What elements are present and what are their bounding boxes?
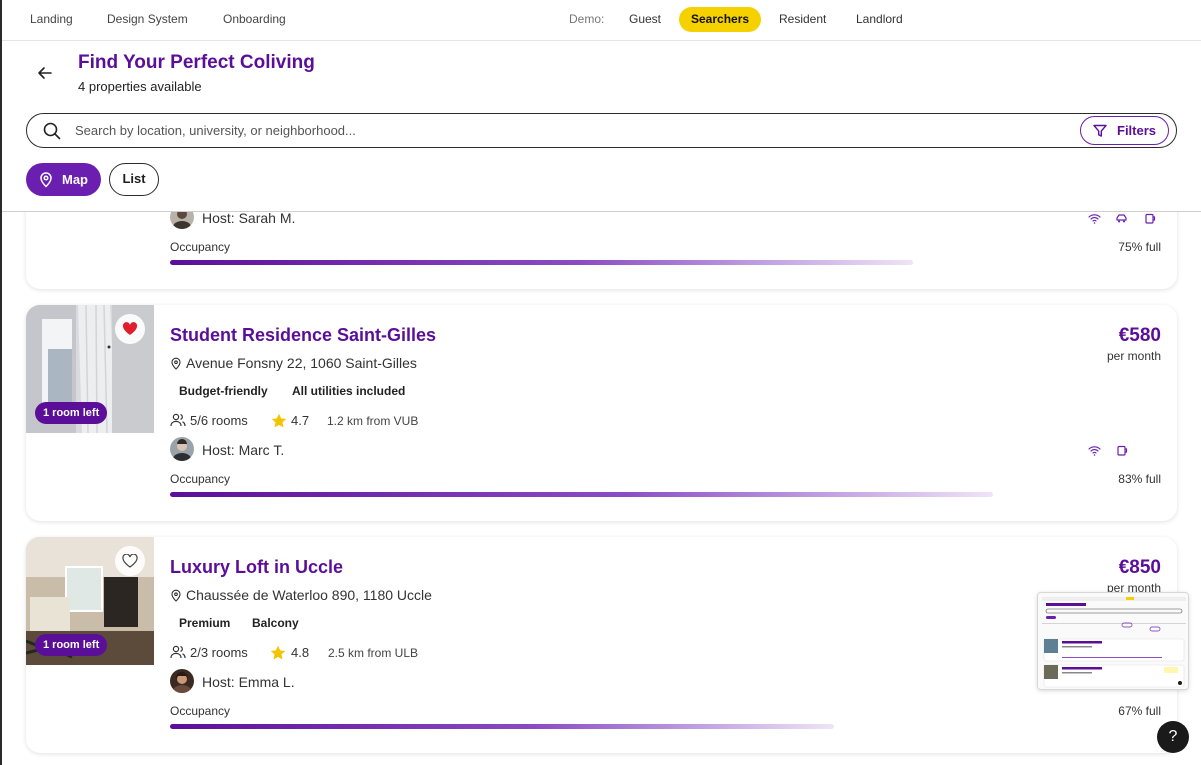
occupancy-bar xyxy=(170,724,834,729)
property-price: €580 xyxy=(1118,325,1161,346)
search-bar[interactable]: Search by location, university, or neigh… xyxy=(26,113,1177,148)
occupancy-bar xyxy=(170,260,913,265)
property-photo[interactable]: 1 room left xyxy=(26,305,154,433)
wifi-icon xyxy=(1088,446,1101,456)
search-header: Find Your Perfect Coliving 4 properties … xyxy=(2,41,1201,212)
role-guest-button[interactable]: Guest xyxy=(617,7,673,32)
users-icon xyxy=(170,413,186,427)
nav-landing-link[interactable]: Landing xyxy=(30,12,73,26)
tag-chip: Balcony xyxy=(252,616,299,630)
host-name: Host: Emma L. xyxy=(202,674,295,690)
nav-design-system-link[interactable]: Design System xyxy=(107,12,188,26)
list-view-button[interactable]: List xyxy=(109,163,159,196)
map-pin-icon xyxy=(40,172,52,188)
occupancy-bar xyxy=(170,492,993,497)
page-title: Find Your Perfect Coliving xyxy=(78,52,315,73)
rooms-left-badge: 1 room left xyxy=(35,402,108,424)
wifi-icon xyxy=(1088,214,1101,224)
property-photo[interactable]: 1 room left xyxy=(26,537,154,665)
occupancy-percent: 67% full xyxy=(1118,704,1161,718)
laundry-icon xyxy=(1117,445,1128,456)
favorite-heart-icon[interactable] xyxy=(115,546,145,576)
demo-nav-bar: Landing Design System Onboarding Demo: G… xyxy=(0,0,1201,41)
role-landlord-button[interactable]: Landlord xyxy=(844,7,915,32)
tag-chip: All utilities included xyxy=(292,384,406,398)
nav-onboarding-link[interactable]: Onboarding xyxy=(223,12,286,26)
property-card[interactable]: 1 room left Luxury Loft in Uccle €850 pe… xyxy=(26,537,1177,753)
map-view-button[interactable]: Map xyxy=(26,163,101,196)
host-avatar xyxy=(170,437,194,461)
page-minimap[interactable] xyxy=(1037,592,1189,690)
host-name: Host: Sarah M. xyxy=(202,210,296,226)
parking-icon xyxy=(1116,214,1127,223)
map-view-label: Map xyxy=(62,172,88,187)
favorite-heart-icon[interactable] xyxy=(115,314,145,344)
rooms-left-badge: 1 room left xyxy=(35,634,108,656)
price-period: per month xyxy=(1106,349,1161,363)
property-card[interactable]: 1 room left Student Residence Saint-Gill… xyxy=(26,305,1177,521)
rating-value: 4.8 xyxy=(291,645,310,660)
users-icon xyxy=(170,645,186,659)
tag-chip: Budget-friendly xyxy=(179,384,268,398)
occupancy-label: Occupancy xyxy=(170,704,231,718)
property-stats: 5/6 rooms 4.7 1.2 km from VUB xyxy=(170,413,570,429)
occupancy-percent: 75% full xyxy=(1118,240,1161,254)
property-name[interactable]: Student Residence Saint-Gilles xyxy=(170,325,436,346)
star-icon xyxy=(270,645,286,660)
filters-label: Filters xyxy=(1117,123,1157,138)
help-button[interactable]: ? xyxy=(1157,721,1189,753)
search-icon xyxy=(43,122,61,140)
distance-text: 1.2 km from VUB xyxy=(327,414,419,428)
star-icon xyxy=(271,413,287,428)
laundry-icon xyxy=(1145,213,1156,224)
filters-button[interactable]: Filters xyxy=(1080,116,1169,145)
occupancy-percent: 83% full xyxy=(1118,472,1161,486)
location-pin-icon xyxy=(171,589,181,602)
filter-icon xyxy=(1093,124,1107,137)
host-name: Host: Marc T. xyxy=(202,442,285,458)
role-resident-button[interactable]: Resident xyxy=(767,7,838,32)
role-searchers-button[interactable]: Searchers xyxy=(679,7,762,32)
rating-value: 4.7 xyxy=(291,413,310,428)
distance-text: 2.5 km from ULB xyxy=(328,646,419,660)
rooms-count: 2/3 rooms xyxy=(190,645,248,660)
back-arrow-icon[interactable] xyxy=(36,64,54,82)
property-price: €850 xyxy=(1118,557,1161,578)
demo-label: Demo: xyxy=(569,12,605,26)
results-count: 4 properties available xyxy=(78,79,202,94)
occupancy-label: Occupancy xyxy=(170,240,231,254)
host-avatar xyxy=(170,669,194,693)
property-name[interactable]: Luxury Loft in Uccle xyxy=(170,557,343,578)
location-pin-icon xyxy=(171,357,181,370)
address-text: Chaussée de Waterloo 890, 1180 Uccle xyxy=(186,587,432,603)
search-input[interactable]: Search by location, university, or neigh… xyxy=(75,123,356,138)
window-edge xyxy=(0,0,2,765)
rooms-count: 5/6 rooms xyxy=(190,413,248,428)
occupancy-label: Occupancy xyxy=(170,472,231,486)
property-stats: 2/3 rooms 4.8 2.5 km from ULB xyxy=(170,645,570,661)
tag-chip: Premium xyxy=(179,616,231,630)
address-text: Avenue Fonsny 22, 1060 Saint-Gilles xyxy=(186,355,417,371)
